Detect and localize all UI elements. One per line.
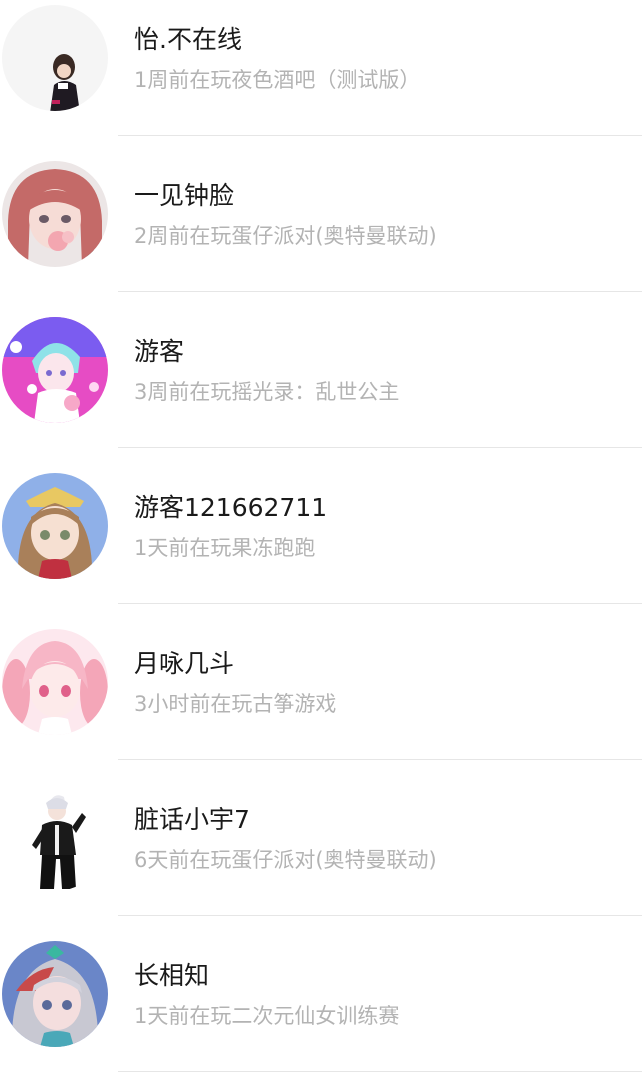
friend-name: 游客 [134,337,185,366]
friend-status: 6天前在玩蛋仔派对(奥特曼联动) [134,848,437,872]
friend-status: 1周前在玩夜色酒吧（测试版） [134,68,421,92]
friend-list-item[interactable]: 脏话小宇7 6天前在玩蛋仔派对(奥特曼联动) [0,760,642,916]
chibi-character-avatar-icon[interactable] [2,5,108,111]
friend-status: 1天前在玩果冻跑跑 [134,536,316,560]
friend-list: 怡.不在线 1周前在玩夜色酒吧（测试版） 一见钟脸 2周前在玩蛋仔派对(奥特曼联… [0,0,642,1072]
friend-name: 怡.不在线 [134,25,242,54]
anime-girl-pink-twintails-avatar-icon[interactable] [2,629,108,735]
friend-status: 1天前在玩二次元仙女训练赛 [134,1004,400,1028]
friend-list-item[interactable]: 游客 3周前在玩摇光录：乱世公主 [0,292,642,448]
friend-name: 脏话小宇7 [134,805,250,834]
friend-list-item[interactable]: 游客121662711 1天前在玩果冻跑跑 [0,448,642,604]
anime-girl-silver-hair-avatar-icon[interactable] [2,941,108,1047]
friend-status: 2周前在玩蛋仔派对(奥特曼联动) [134,224,437,248]
friend-status: 3周前在玩摇光录：乱世公主 [134,380,400,404]
friend-list-item[interactable]: 怡.不在线 1周前在玩夜色酒吧（测试版） [0,0,642,136]
chibi-boy-black-jacket-avatar-icon[interactable] [2,785,108,891]
friend-name: 月咏几斗 [134,649,235,678]
anime-girl-pink-hair-avatar-icon[interactable] [2,161,108,267]
anime-girl-brown-hair-avatar-icon[interactable] [2,473,108,579]
friend-status: 3小时前在玩古筝游戏 [134,692,337,716]
friend-name: 长相知 [134,961,210,990]
friend-name: 游客121662711 [134,493,328,522]
friend-list-item[interactable]: 一见钟脸 2周前在玩蛋仔派对(奥特曼联动) [0,136,642,292]
friend-list-item[interactable]: 月咏几斗 3小时前在玩古筝游戏 [0,604,642,760]
friend-name: 一见钟脸 [134,181,235,210]
anime-boy-cyan-hair-avatar-icon[interactable] [2,317,108,423]
